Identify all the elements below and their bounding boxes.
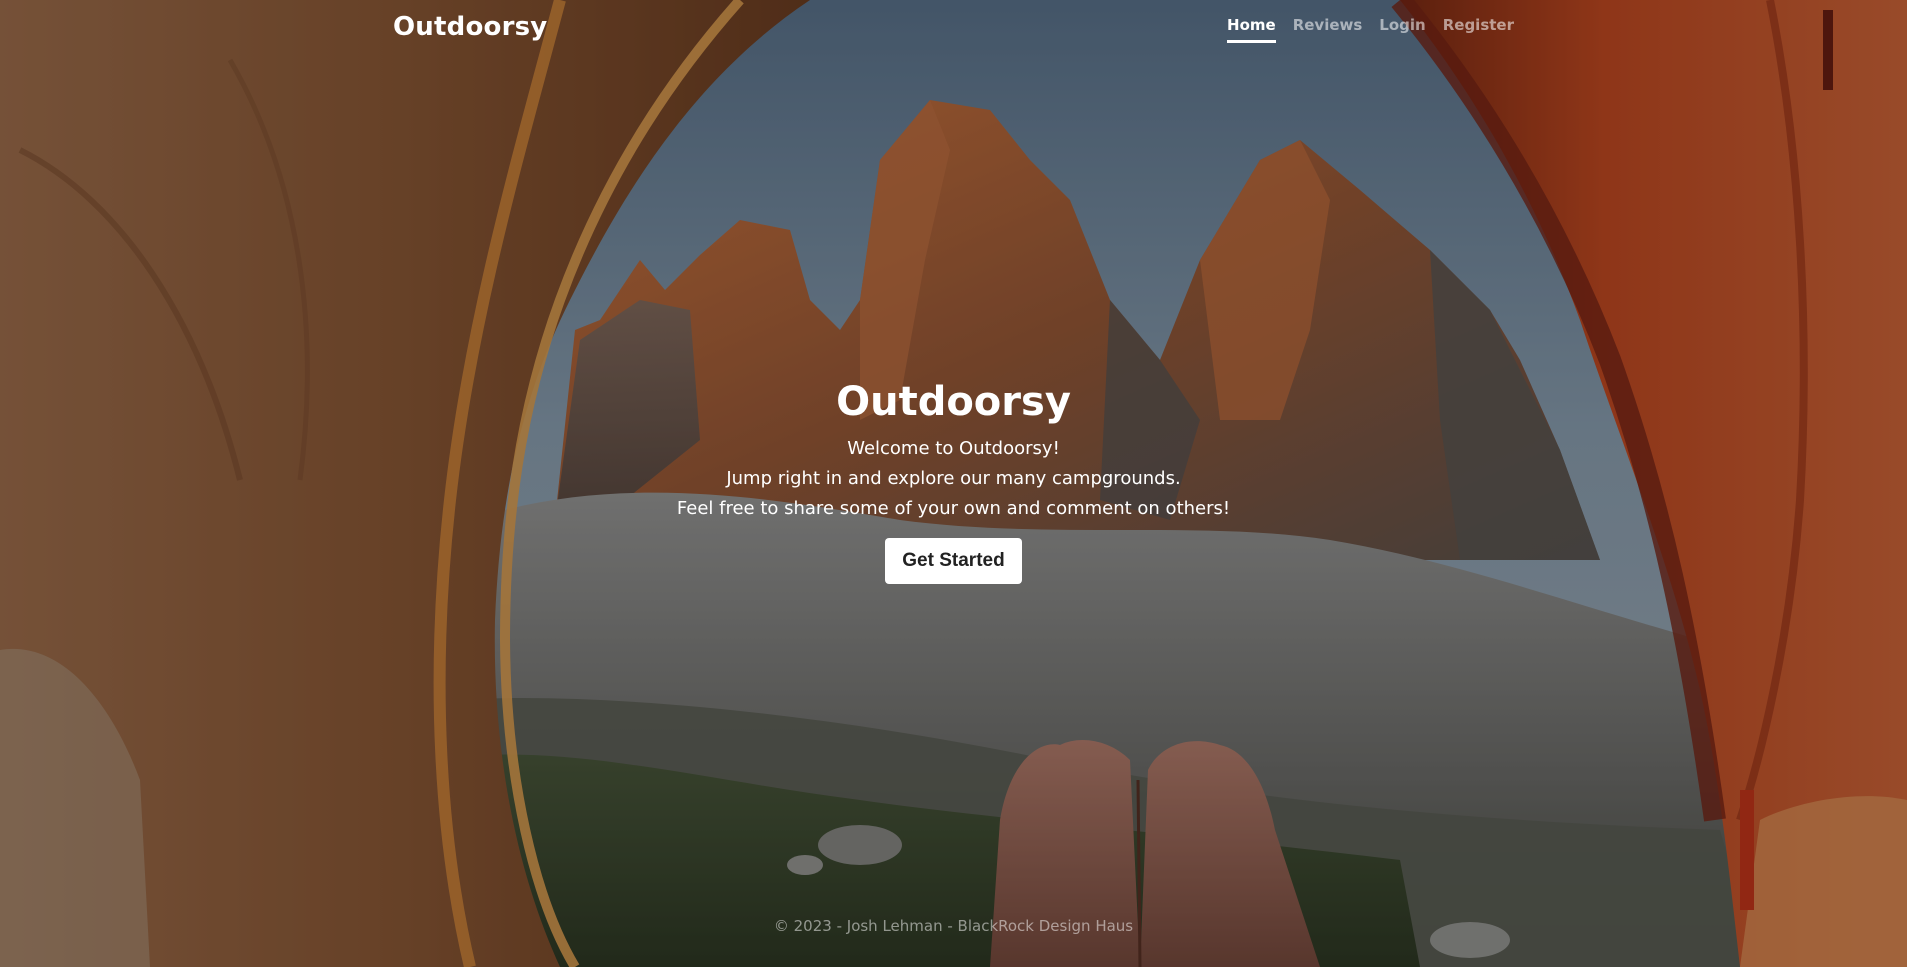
hero-line-welcome: Welcome to Outdoorsy! — [847, 438, 1060, 459]
get-started-button[interactable]: Get Started — [885, 538, 1022, 584]
hero-line-share: Feel free to share some of your own and … — [676, 498, 1231, 519]
hero-description: Welcome to Outdoorsy! Jump right in and … — [0, 434, 1907, 524]
nav-reviews[interactable]: Reviews — [1293, 16, 1363, 43]
footer-copyright: © 2023 - Josh Lehman - BlackRock Design … — [773, 917, 1134, 935]
hero-section: Outdoorsy Welcome to Outdoorsy! Jump rig… — [0, 376, 1907, 584]
landing-page: Outdoorsy Home Reviews Login Register Ou… — [0, 0, 1907, 967]
site-footer: © 2023 - Josh Lehman - BlackRock Design … — [0, 917, 1907, 935]
hero-line-explore: Jump right in and explore our many campg… — [726, 468, 1181, 489]
hero-title: Outdoorsy — [836, 379, 1071, 425]
nav-register[interactable]: Register — [1443, 16, 1514, 43]
main-nav: Home Reviews Login Register — [1227, 16, 1514, 43]
nav-login[interactable]: Login — [1379, 16, 1425, 43]
nav-home[interactable]: Home — [1227, 16, 1276, 43]
site-header: Outdoorsy Home Reviews Login Register — [393, 0, 1514, 52]
brand-logo[interactable]: Outdoorsy — [393, 12, 547, 42]
